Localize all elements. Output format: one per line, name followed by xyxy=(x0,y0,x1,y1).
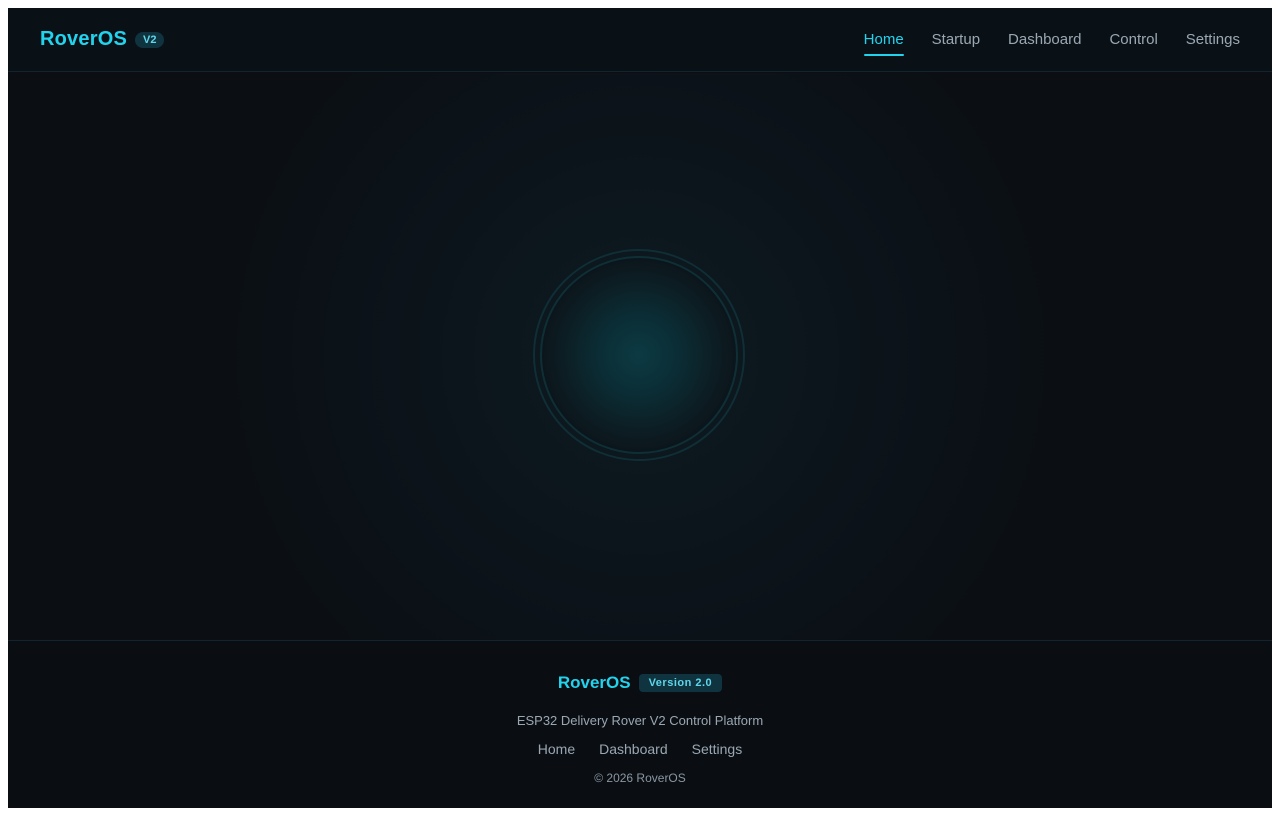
version-badge: V2 xyxy=(135,31,165,48)
footer-brand-name: RoverOS xyxy=(557,673,631,692)
footer: RoverOS Version 2.0 ESP32 Delivery Rover… xyxy=(8,640,1272,808)
rover-orb-icon xyxy=(540,256,738,454)
brand[interactable]: RoverOS V2 xyxy=(40,28,165,51)
footer-link-settings[interactable]: Settings xyxy=(692,741,743,757)
nav-control[interactable]: Control xyxy=(1109,30,1157,50)
footer-tagline: ESP32 Delivery Rover V2 Control Platform xyxy=(516,713,764,728)
top-navbar: RoverOS V2 Home Startup Dashboard Contro… xyxy=(8,8,1272,72)
footer-links: Home Dashboard Settings xyxy=(8,741,1272,757)
brand-name[interactable]: RoverOS xyxy=(40,28,127,51)
nav-startup[interactable]: Startup xyxy=(932,30,980,50)
nav-home[interactable]: Home xyxy=(863,30,904,56)
footer-copyright: © 2026 RoverOS xyxy=(594,771,686,785)
footer-brand: RoverOS Version 2.0 xyxy=(8,673,1272,693)
nav-dashboard[interactable]: Dashboard xyxy=(1008,30,1081,50)
footer-version-badge: Version 2.0 xyxy=(638,674,723,692)
nav-settings[interactable]: Settings xyxy=(1186,30,1240,50)
main-nav: Home Startup Dashboard Control Settings xyxy=(836,8,1240,72)
app-window: RoverOS V2 Home Startup Dashboard Contro… xyxy=(8,8,1272,808)
hero-section xyxy=(8,73,1272,640)
footer-link-home[interactable]: Home xyxy=(538,741,575,757)
footer-link-dashboard[interactable]: Dashboard xyxy=(599,741,668,757)
